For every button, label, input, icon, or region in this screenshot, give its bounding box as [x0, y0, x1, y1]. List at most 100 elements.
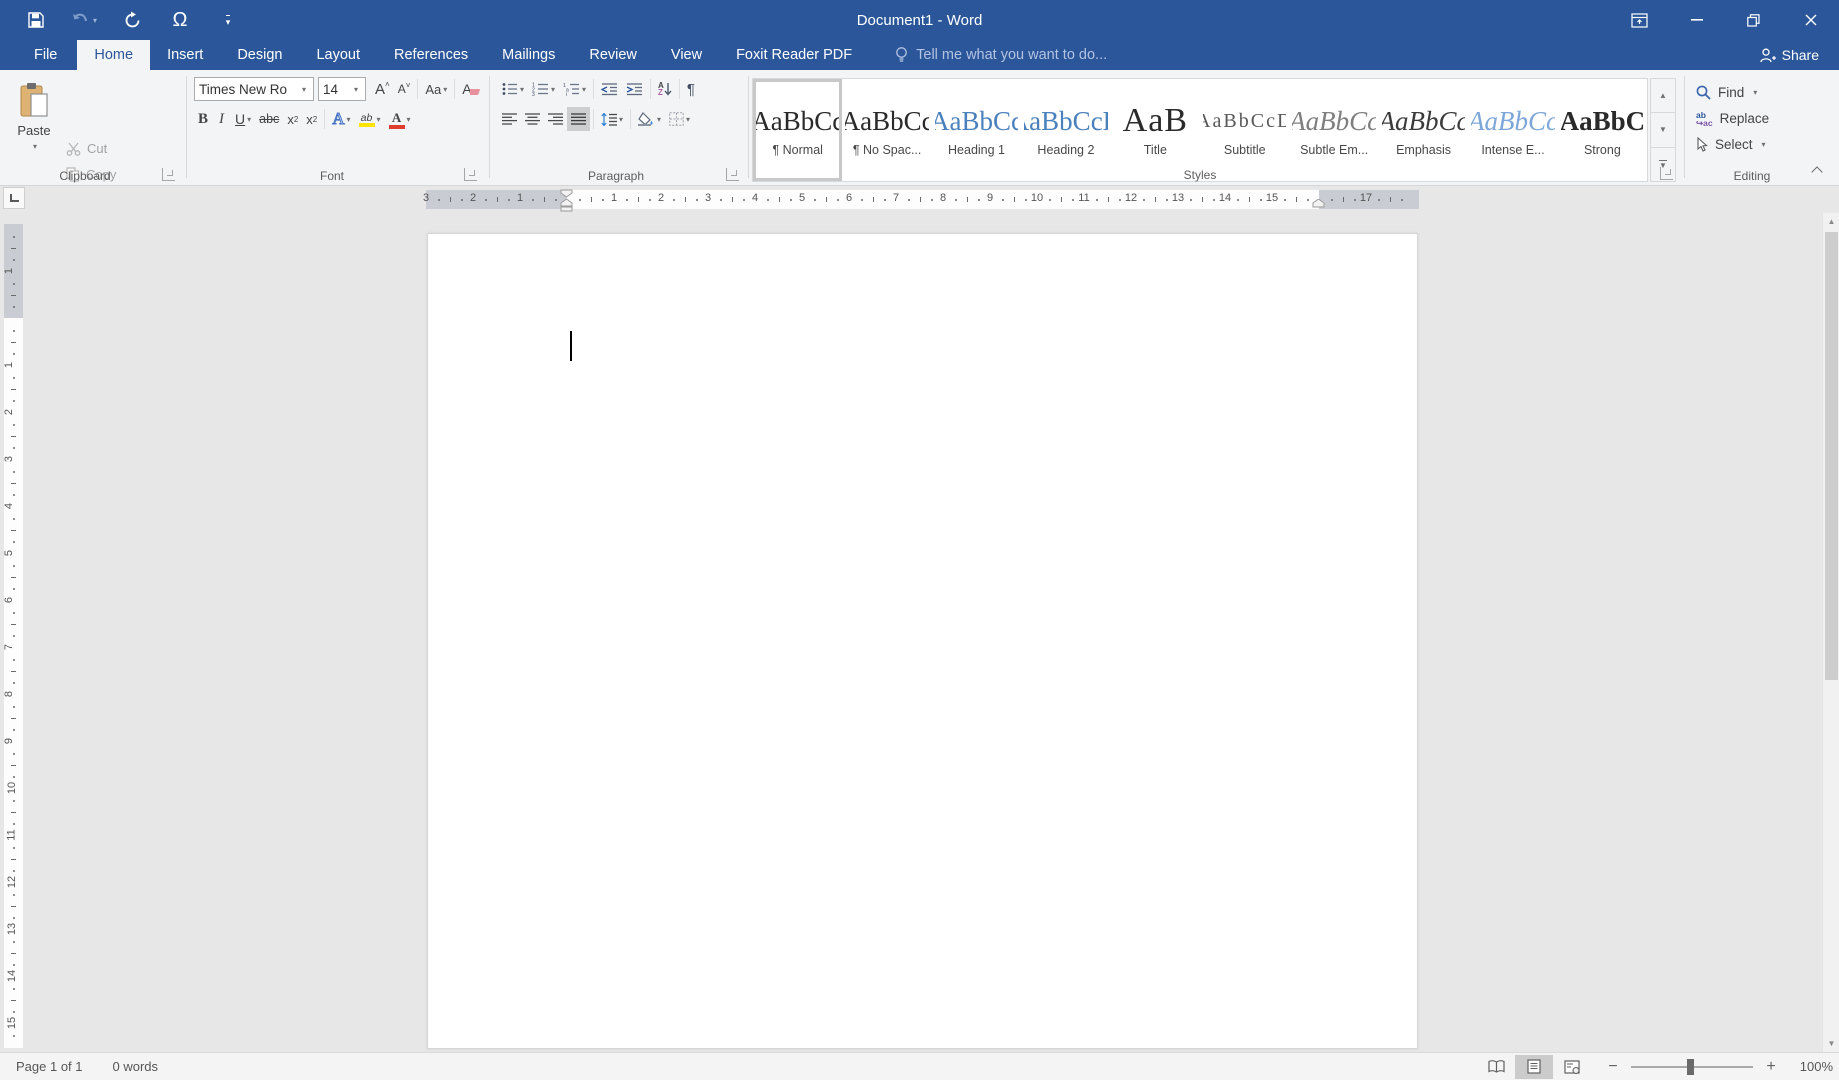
read-mode-button[interactable] [1477, 1055, 1515, 1079]
zoom-percentage[interactable]: 100% [1791, 1059, 1833, 1074]
shrink-font-button[interactable]: A˅ [394, 77, 415, 101]
restore-button[interactable] [1725, 0, 1782, 40]
tab-view[interactable]: View [654, 40, 719, 70]
multilevel-list-button[interactable]: 1ai ▾ [559, 77, 590, 101]
undo-dropdown[interactable]: ▾ [93, 16, 97, 25]
zoom-slider[interactable] [1631, 1066, 1753, 1068]
font-color-button[interactable]: A ▾ [385, 107, 415, 131]
style-title[interactable]: AaBTitle [1111, 79, 1200, 181]
tab-design[interactable]: Design [220, 40, 299, 70]
cut-button[interactable]: Cut [66, 136, 107, 161]
increase-indent-button[interactable] [622, 77, 647, 101]
numbering-dropdown[interactable]: ▾ [551, 85, 555, 94]
repeat-button[interactable] [108, 0, 156, 40]
styles-dialog-launcher[interactable] [1660, 167, 1673, 180]
decrease-indent-button[interactable] [597, 77, 622, 101]
minimize-button[interactable] [1668, 0, 1725, 40]
multilevel-dropdown[interactable]: ▾ [582, 85, 586, 94]
tab-references[interactable]: References [377, 40, 485, 70]
document-page[interactable] [427, 233, 1418, 1049]
borders-button[interactable]: ▾ [665, 107, 694, 131]
text-effects-dropdown[interactable]: ▾ [347, 115, 351, 124]
style-subtle-em[interactable]: AaBbCcSubtle Em... [1289, 79, 1378, 181]
show-hide-pilcrow-button[interactable]: ¶ [683, 77, 699, 101]
line-spacing-button[interactable]: ▾ [597, 107, 627, 131]
tab-mailings[interactable]: Mailings [485, 40, 572, 70]
numbering-button[interactable]: 123 ▾ [528, 77, 559, 101]
italic-button[interactable]: I [212, 107, 231, 131]
styles-scroll-down-button[interactable]: ▼ [1650, 113, 1676, 147]
font-name-combo[interactable]: Times New Ro ▾ [194, 77, 314, 101]
tell-me-box[interactable]: Tell me what you want to do... [895, 40, 1107, 70]
highlight-color-button[interactable]: ab ▾ [355, 107, 385, 131]
borders-dropdown[interactable]: ▾ [686, 115, 690, 124]
page-count-status[interactable]: Page 1 of 1 [16, 1059, 83, 1074]
tab-file[interactable]: File [14, 40, 77, 70]
tab-home[interactable]: Home [77, 40, 150, 70]
font-color-dropdown[interactable]: ▾ [407, 115, 411, 124]
right-indent-marker[interactable] [1312, 199, 1325, 208]
style-intense-e[interactable]: AaBbCcIntense E... [1468, 79, 1557, 181]
style-heading-2[interactable]: AaBbCcDHeading 2 [1021, 79, 1110, 181]
zoom-out-button[interactable]: − [1605, 1058, 1621, 1076]
scroll-down-arrow[interactable]: ▼ [1823, 1035, 1839, 1052]
undo-button[interactable]: ▾ [60, 0, 108, 40]
zoom-in-button[interactable]: + [1763, 1058, 1779, 1076]
insert-symbol-button[interactable]: Ω [156, 0, 204, 40]
highlight-dropdown[interactable]: ▾ [377, 115, 381, 124]
close-button[interactable] [1782, 0, 1839, 40]
bullets-dropdown[interactable]: ▾ [520, 85, 524, 94]
styles-scroll-up-button[interactable]: ▲ [1650, 78, 1676, 113]
select-button[interactable]: Select▾ [1696, 132, 1766, 157]
word-count-status[interactable]: 0 words [113, 1059, 159, 1074]
font-size-combo[interactable]: 14 ▾ [318, 77, 366, 101]
style-subtitle[interactable]: AaBbCcDSubtitle [1200, 79, 1289, 181]
text-effects-button[interactable]: A▾ [328, 107, 354, 131]
line-spacing-dropdown[interactable]: ▾ [619, 115, 623, 124]
font-dialog-launcher[interactable] [464, 168, 477, 181]
save-button[interactable] [12, 0, 60, 40]
tab-layout[interactable]: Layout [299, 40, 377, 70]
grow-font-button[interactable]: A˄ [371, 77, 394, 101]
tab-insert[interactable]: Insert [150, 40, 220, 70]
ribbon-display-options-button[interactable] [1611, 0, 1668, 40]
clipboard-dialog-launcher[interactable] [162, 168, 175, 181]
hanging-indent-marker[interactable] [560, 199, 573, 212]
shading-button[interactable]: ▾ [634, 107, 665, 131]
underline-dropdown[interactable]: ▾ [247, 115, 251, 124]
web-layout-button[interactable] [1553, 1055, 1591, 1079]
select-dropdown[interactable]: ▾ [1762, 140, 1766, 149]
justify-button[interactable] [567, 107, 590, 131]
tab-selector-button[interactable] [3, 187, 25, 209]
share-button[interactable]: Share [1747, 40, 1831, 70]
find-dropdown[interactable]: ▾ [1753, 88, 1757, 97]
collapse-ribbon-button[interactable] [1809, 163, 1825, 177]
align-right-button[interactable] [544, 107, 567, 131]
style-emphasis[interactable]: AaBbCcEmphasis [1379, 79, 1468, 181]
tab-review[interactable]: Review [572, 40, 654, 70]
vertical-scrollbar[interactable]: ▲ ▼ [1822, 213, 1839, 1052]
paste-button[interactable]: Paste ▾ [6, 76, 62, 168]
paragraph-dialog-launcher[interactable] [726, 168, 739, 181]
subscript-button[interactable]: x2 [283, 107, 302, 131]
align-left-button[interactable] [498, 107, 521, 131]
clear-formatting-button[interactable]: A [458, 77, 485, 101]
tab-foxit-reader-pdf[interactable]: Foxit Reader PDF [719, 40, 869, 70]
customize-qat-button[interactable]: ▾ [204, 0, 252, 40]
shading-dropdown[interactable]: ▾ [657, 115, 661, 124]
superscript-button[interactable]: x2 [302, 107, 321, 131]
zoom-slider-handle[interactable] [1687, 1059, 1694, 1075]
print-layout-button[interactable] [1515, 1055, 1553, 1079]
replace-button[interactable]: ab ↪ac Replace [1696, 106, 1769, 131]
scroll-up-arrow[interactable]: ▲ [1823, 213, 1839, 230]
style-normal[interactable]: AaBbCc¶ Normal [753, 79, 842, 181]
style-no-spac[interactable]: AaBbCc¶ No Spac... [842, 79, 931, 181]
bold-button[interactable]: B [194, 107, 212, 131]
bullets-button[interactable]: ▾ [498, 77, 528, 101]
align-center-button[interactable] [521, 107, 544, 131]
scroll-thumb[interactable] [1825, 232, 1838, 680]
find-button[interactable]: Find▾ [1696, 80, 1757, 105]
style-strong[interactable]: AaBbCStrong [1558, 79, 1647, 181]
change-case-button[interactable]: Aa▾ [421, 77, 451, 101]
underline-button[interactable]: U▾ [231, 107, 255, 131]
